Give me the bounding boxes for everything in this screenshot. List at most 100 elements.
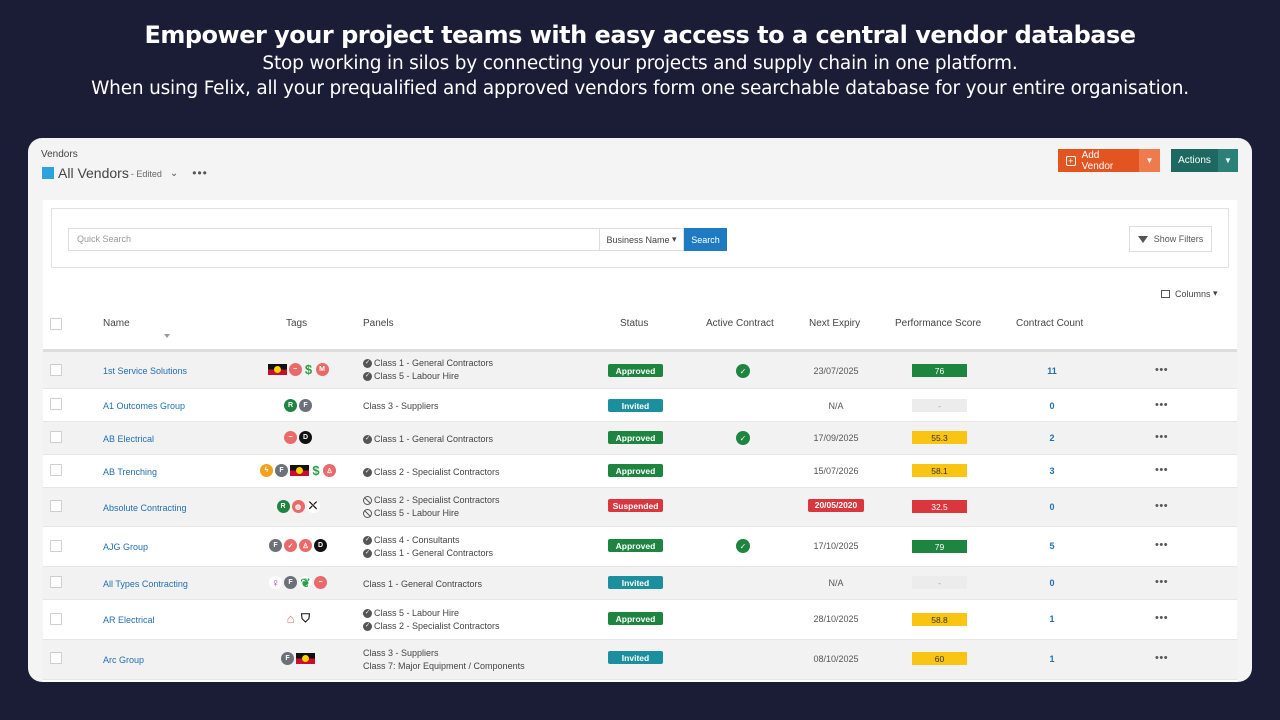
panel-label: Class 5 - Labour Hire (374, 371, 460, 381)
col-contract-count[interactable]: Contract Count (1016, 318, 1083, 329)
show-filters-button[interactable]: Show Filters (1129, 226, 1212, 252)
add-vendor-button[interactable]: + Add Vendor (1058, 149, 1139, 172)
table-row[interactable]: AR Electrical ⌂ ⛉ ✓ Class 5 - Labour Hire… (43, 600, 1237, 640)
row-checkbox[interactable] (50, 652, 62, 664)
female-person-icon: ♀ (269, 575, 282, 590)
col-status[interactable]: Status (620, 318, 648, 329)
row-checkbox[interactable] (50, 613, 62, 625)
next-expiry: 23/07/2025 (813, 366, 859, 376)
table-row[interactable]: AB Electrical − D ✓ Class 1 - General Con… (43, 422, 1237, 455)
vendor-name-link[interactable]: AB Trenching (103, 467, 157, 477)
vendor-name-link[interactable]: AR Electrical (103, 615, 155, 625)
show-filters-label: Show Filters (1153, 234, 1204, 244)
actions-dropdown-icon[interactable]: ▼ (1218, 149, 1238, 172)
contract-count[interactable]: 2 (1033, 433, 1071, 443)
vendor-tags: F (233, 652, 363, 665)
sort-desc-icon[interactable] (164, 334, 170, 338)
vendor-name-link[interactable]: AJG Group (103, 542, 148, 552)
contract-count[interactable]: 0 (1033, 502, 1071, 512)
contract-count[interactable]: 0 (1033, 578, 1071, 588)
contract-count[interactable]: 1 (1033, 614, 1071, 624)
row-checkbox[interactable] (50, 398, 62, 410)
more-icon[interactable]: ••• (192, 166, 208, 180)
vendor-name-link[interactable]: Arc Group (103, 655, 144, 665)
performance-score: 55.3 (912, 431, 967, 444)
actions-button[interactable]: Actions (1171, 149, 1218, 172)
status-badge: Suspended (608, 499, 663, 512)
ban-icon (363, 496, 372, 505)
columns-label: Columns (1175, 288, 1211, 299)
filter-icon (1137, 235, 1148, 243)
no-person-icon: ⛌ (306, 500, 320, 513)
table-row[interactable]: 1st Service Solutions − $ M ✓ Class 1 - G… (43, 352, 1237, 389)
vendor-name-link[interactable]: A1 Outcomes Group (103, 401, 185, 411)
table-row[interactable]: A1 Outcomes Group R F Class 3 - Supplier… (43, 389, 1237, 422)
row-checkbox[interactable] (50, 431, 62, 443)
row-menu-icon[interactable]: ••• (1155, 500, 1168, 512)
view-selector[interactable]: All Vendors - Edited ⌄ ••• (42, 165, 208, 181)
row-menu-icon[interactable]: ••• (1155, 576, 1168, 588)
table-row[interactable]: AJG Group F ✓ ♙ D ✓ Class 4 - Consultants… (43, 527, 1237, 567)
contract-count[interactable]: 11 (1033, 366, 1071, 376)
aboriginal-flag-icon (290, 465, 309, 476)
active-contract-check-icon: ✓ (736, 364, 750, 378)
row-menu-icon[interactable]: ••• (1155, 431, 1168, 443)
table-row[interactable]: Absolute Contracting R ◍ ⛌ Class 2 - Spe… (43, 488, 1237, 527)
row-checkbox[interactable] (50, 364, 62, 376)
row-menu-icon[interactable]: ••• (1155, 364, 1168, 376)
search-field-select[interactable]: Business Name ▾ (600, 228, 684, 251)
breadcrumb[interactable]: Vendors (41, 149, 78, 160)
col-active-contract[interactable]: Active Contract (706, 318, 774, 329)
panel-label: Class 1 - General Contractors (363, 579, 483, 589)
hero-line-1: Stop working in silos by connecting your… (262, 53, 1018, 74)
check-circle-icon: ✓ (363, 359, 372, 368)
tag-f-icon: F (269, 539, 282, 552)
table-row[interactable]: AB Trenching ϟ F $ ♙ ✓ Class 2 - Speciali… (43, 455, 1237, 488)
status-badge: Approved (608, 464, 663, 477)
active-contract-check-icon: ✓ (736, 539, 750, 553)
columns-button[interactable]: Columns ▾ (1161, 288, 1218, 299)
status-badge: Approved (608, 612, 663, 625)
col-name[interactable]: Name (103, 318, 130, 329)
contract-count[interactable]: 1 (1033, 654, 1071, 664)
row-menu-icon[interactable]: ••• (1155, 612, 1168, 624)
plus-icon: + (1066, 155, 1076, 166)
table-row[interactable]: Arc Group F Class 3 - Suppliers Class 7:… (43, 640, 1237, 680)
row-menu-icon[interactable]: ••• (1155, 652, 1168, 664)
row-menu-icon[interactable]: ••• (1155, 399, 1168, 411)
search-field-label: Business Name (606, 234, 670, 245)
search-input[interactable]: Quick Search (68, 228, 600, 251)
add-vendor-dropdown-icon[interactable]: ▼ (1139, 149, 1160, 172)
tag-f-icon: F (281, 652, 294, 665)
vendor-name-link[interactable]: 1st Service Solutions (103, 366, 187, 376)
vendor-name-link[interactable]: AB Electrical (103, 434, 154, 444)
vendor-name-link[interactable]: Absolute Contracting (103, 503, 187, 513)
next-expiry: 17/10/2025 (813, 541, 859, 551)
row-checkbox[interactable] (50, 576, 62, 588)
contract-count[interactable]: 5 (1033, 541, 1071, 551)
hero-title: Empower your project teams with easy acc… (144, 21, 1136, 49)
row-checkbox[interactable] (50, 464, 62, 476)
ban-icon (363, 509, 372, 518)
vendor-name-link[interactable]: All Types Contracting (103, 579, 188, 589)
contract-count[interactable]: 0 (1033, 401, 1071, 411)
chevron-down-icon[interactable]: ⌄ (170, 168, 178, 179)
row-checkbox[interactable] (50, 540, 62, 552)
contract-count[interactable]: 3 (1033, 466, 1071, 476)
row-menu-icon[interactable]: ••• (1155, 539, 1168, 551)
col-next-expiry[interactable]: Next Expiry (809, 318, 860, 329)
vendor-tags: R ◍ ⛌ (233, 500, 363, 513)
add-vendor-button-group: + Add Vendor ▼ (1058, 149, 1160, 172)
edited-label: - Edited (130, 169, 162, 179)
row-menu-icon[interactable]: ••• (1155, 464, 1168, 476)
row-checkbox[interactable] (50, 500, 62, 512)
select-all-checkbox[interactable] (50, 318, 62, 330)
panel-label: Class 3 - Suppliers (363, 401, 439, 411)
hero-banner: Empower your project teams with easy acc… (0, 0, 1280, 101)
col-performance[interactable]: Performance Score (895, 318, 981, 329)
search-button[interactable]: Search (684, 228, 727, 251)
table-row[interactable]: All Types Contracting ♀ F ❦ − Class 1 - … (43, 567, 1237, 600)
panels-list: ✓ Class 1 - General Contractors ✓ Class 5 … (363, 357, 493, 383)
panel-label: Class 2 - Specialist Contractors (374, 495, 500, 505)
app-window: Vendors All Vendors - Edited ⌄ ••• + Add… (28, 138, 1252, 682)
